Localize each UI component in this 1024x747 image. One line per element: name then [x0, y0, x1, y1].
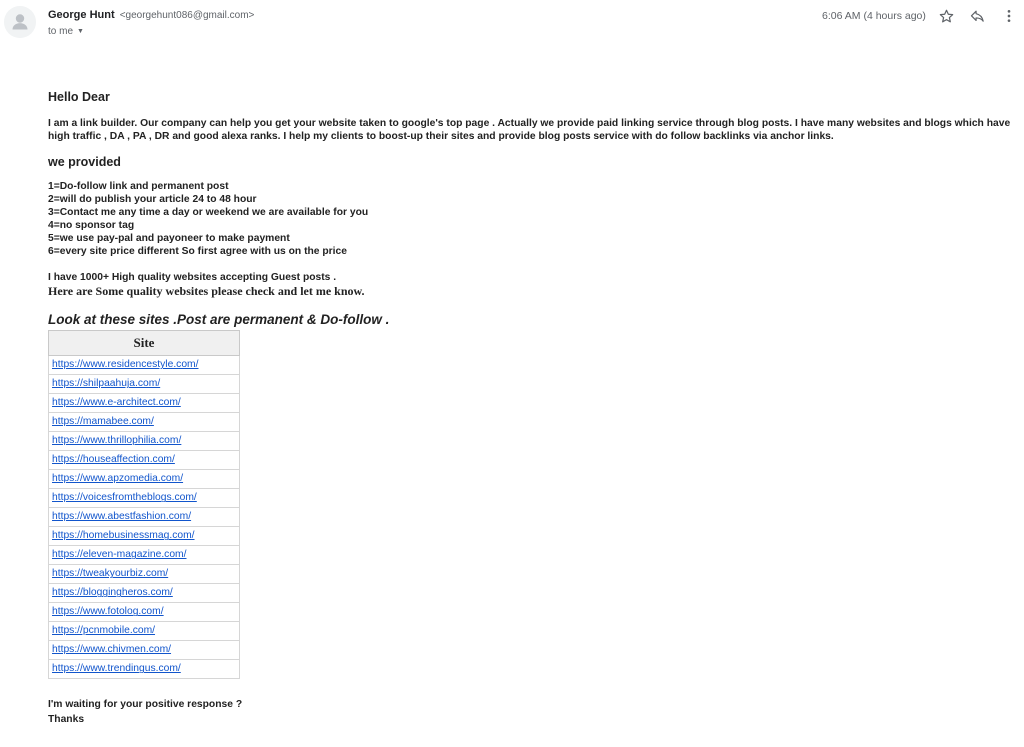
table-cell: https://eleven-magazine.com/	[48, 545, 240, 566]
sites-heading: Look at these sites .Post are permanent …	[48, 312, 390, 328]
table-row: https://houseaffection.com/	[48, 450, 240, 471]
table-cell: https://mamabee.com/	[48, 412, 240, 433]
site-link[interactable]: https://pcnmobile.com/	[52, 625, 155, 636]
sites-count-text: I have 1000+ High quality websites accep…	[48, 272, 337, 284]
table-row: https://www.thrillophilia.com/	[48, 431, 240, 452]
person-avatar-icon[interactable]	[4, 6, 36, 38]
table-row: https://www.trendingus.com/	[48, 659, 240, 680]
site-link[interactable]: https://www.abestfashion.com/	[52, 511, 191, 522]
table-row: https://bloggingheros.com/	[48, 583, 240, 604]
site-link[interactable]: https://houseaffection.com/	[52, 454, 175, 465]
more-options-button[interactable]	[999, 6, 1019, 26]
table-row: https://www.e-architect.com/	[48, 393, 240, 414]
table-cell: https://pcnmobile.com/	[48, 621, 240, 642]
site-link[interactable]: https://shilpaahuja.com/	[52, 378, 160, 389]
sender-name[interactable]: George Hunt	[48, 9, 115, 21]
table-cell: https://www.abestfashion.com/	[48, 507, 240, 528]
table-cell: https://shilpaahuja.com/	[48, 374, 240, 395]
table-cell: https://voicesfromtheblogs.com/	[48, 488, 240, 509]
list-item: 4=no sponsor tag	[48, 219, 135, 231]
intro-paragraph: I am a link builder. Our company can hel…	[48, 118, 1011, 142]
table-row: https://www.abestfashion.com/	[48, 507, 240, 528]
table-row: https://voicesfromtheblogs.com/	[48, 488, 240, 509]
sender-email: <georgehunt086@gmail.com>	[119, 10, 255, 21]
table-header-row: Site	[48, 330, 240, 357]
recipient-label: to me	[48, 26, 74, 37]
site-link[interactable]: https://www.fotolog.com/	[52, 606, 164, 617]
provided-title: we provided	[48, 155, 121, 169]
list-item: 2=will do publish your article 24 to 48 …	[48, 193, 257, 205]
table-cell: https://www.chivmen.com/	[48, 640, 240, 661]
site-link[interactable]: https://www.e-architect.com/	[52, 397, 181, 408]
site-link[interactable]: https://mamabee.com/	[52, 416, 154, 427]
table-cell: https://bloggingheros.com/	[48, 583, 240, 604]
list-item: 1=Do-follow link and permanent post	[48, 181, 229, 192]
table-cell: https://www.trendingus.com/	[48, 659, 240, 680]
star-icon	[939, 9, 953, 22]
table-cell: https://www.fotolog.com/	[48, 602, 240, 623]
table-row: https://www.chivmen.com/	[48, 640, 240, 661]
closing-line: I'm waiting for your positive response ?	[48, 699, 243, 711]
table-row: https://www.residencestyle.com/	[48, 355, 240, 376]
more-vert-icon	[1007, 10, 1011, 22]
table-cell: https://www.thrillophilia.com/	[48, 431, 240, 452]
table-row: https://homebusinessmag.com/	[48, 526, 240, 547]
site-link[interactable]: https://eleven-magazine.com/	[52, 549, 187, 560]
reply-icon	[970, 10, 984, 22]
table-cell: https://www.apzomedia.com/	[48, 469, 240, 490]
signoff: Thanks	[48, 714, 85, 726]
site-link[interactable]: https://tweakyourbiz.com/	[52, 568, 168, 579]
table-row: https://tweakyourbiz.com/	[48, 564, 240, 585]
site-link[interactable]: https://www.apzomedia.com/	[52, 473, 183, 484]
sites-table: Site https://www.residencestyle.com/ htt…	[48, 330, 240, 680]
table-cell: https://www.residencestyle.com/	[48, 355, 240, 376]
quality-note: Here are Some quality websites please ch…	[48, 284, 365, 299]
provided-list: 1=Do-follow link and permanent post 2=wi…	[48, 181, 1018, 258]
greeting: Hello Dear	[48, 90, 110, 104]
table-row: https://www.apzomedia.com/	[48, 469, 240, 490]
site-link[interactable]: https://www.chivmen.com/	[52, 644, 171, 655]
site-link[interactable]: https://www.residencestyle.com/	[52, 359, 199, 370]
table-cell: https://www.e-architect.com/	[48, 393, 240, 414]
table-row: https://pcnmobile.com/	[48, 621, 240, 642]
table-cell: https://houseaffection.com/	[48, 450, 240, 471]
list-item: 6=every site price different So first ag…	[48, 245, 347, 257]
table-header-site: Site	[48, 330, 240, 357]
reply-button[interactable]	[967, 6, 987, 26]
message-body: Hello Dear I am a link builder. Our comp…	[48, 90, 1018, 727]
site-link[interactable]: https://homebusinessmag.com/	[52, 530, 195, 541]
message-header: George Hunt <georgehunt086@gmail.com> to…	[0, 0, 1024, 44]
list-item: 5=we use pay-pal and payoneer to make pa…	[48, 232, 290, 244]
list-item: 3=Contact me any time a day or weekend w…	[48, 206, 369, 218]
closing: I'm waiting for your positive response ?…	[48, 697, 1018, 727]
table-row: https://shilpaahuja.com/	[48, 374, 240, 395]
message-timestamp: 6:06 AM (4 hours ago)	[822, 10, 926, 22]
site-link[interactable]: https://www.thrillophilia.com/	[52, 435, 181, 446]
star-button[interactable]	[936, 6, 956, 26]
chevron-down-icon: ▼	[77, 28, 84, 35]
recipient-details-toggle[interactable]: to me ▼	[48, 26, 84, 37]
sender-info: George Hunt <georgehunt086@gmail.com>	[48, 9, 254, 21]
table-cell: https://tweakyourbiz.com/	[48, 564, 240, 585]
table-row: https://www.fotolog.com/	[48, 602, 240, 623]
site-link[interactable]: https://www.trendingus.com/	[52, 663, 181, 674]
site-link[interactable]: https://bloggingheros.com/	[52, 587, 173, 598]
site-link[interactable]: https://voicesfromtheblogs.com/	[52, 492, 197, 503]
table-row: https://eleven-magazine.com/	[48, 545, 240, 566]
table-row: https://mamabee.com/	[48, 412, 240, 433]
table-cell: https://homebusinessmag.com/	[48, 526, 240, 547]
